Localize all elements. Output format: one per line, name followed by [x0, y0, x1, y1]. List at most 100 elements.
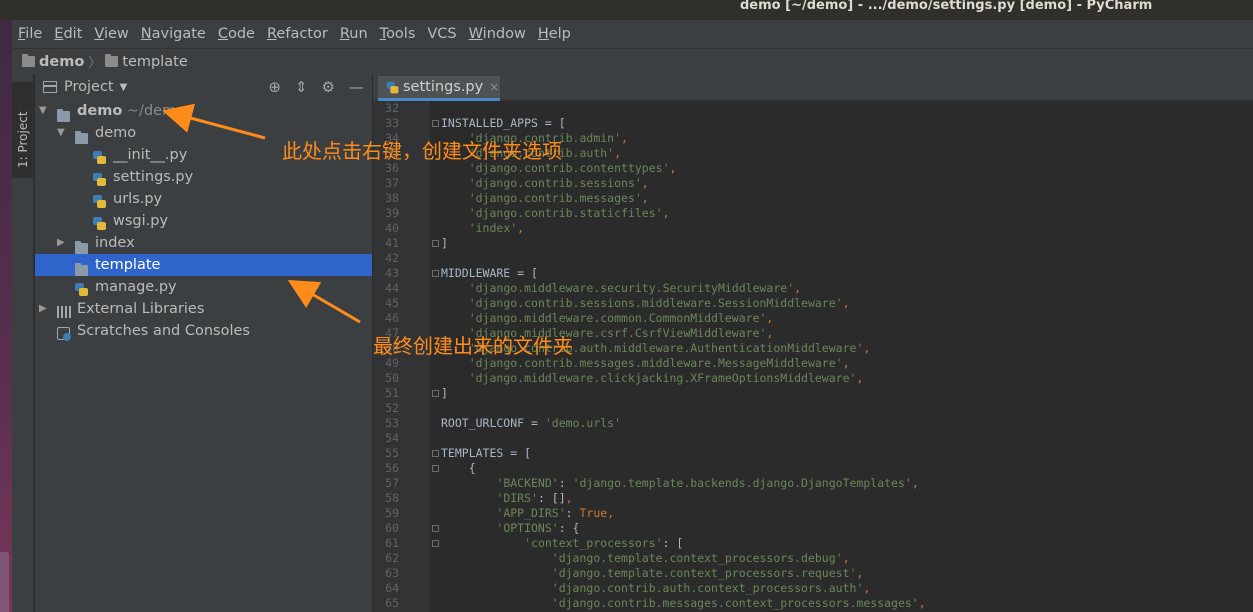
tree-item-name: urls.py [113, 191, 163, 207]
fold-marker-icon[interactable] [432, 120, 439, 127]
line-number: 60 [385, 521, 399, 535]
menu-label: indow [482, 26, 526, 42]
line-number: 63 [385, 566, 399, 580]
line-number: 61 [385, 536, 399, 550]
menu-item[interactable]: Code [212, 20, 261, 48]
menu-item[interactable]: VCS [421, 20, 462, 48]
tree-item-label: template [95, 254, 160, 276]
breadcrumb-child[interactable]: template [122, 54, 187, 70]
line-number: 33 [385, 116, 399, 130]
line-number: 44 [385, 281, 399, 295]
tab-settings-py[interactable]: settings.py × [378, 76, 500, 101]
menu-label: VCS [427, 26, 457, 42]
tree-item-label: Scratches and Consoles [77, 320, 250, 342]
line-number: 56 [385, 461, 399, 475]
tree-item[interactable]: manage.py [35, 276, 372, 298]
code-line: 'django.contrib.auth.context_processors.… [551, 581, 871, 595]
dock-item[interactable] [0, 552, 9, 612]
code-line: 'django.contrib.sessions', [468, 176, 649, 190]
menu-item[interactable]: Refactor [261, 20, 334, 48]
tree-item[interactable]: template [35, 254, 372, 276]
code-line: INSTALLED_APPS = [ [441, 116, 566, 130]
project-view-icon [43, 81, 57, 93]
code-line: 'APP_DIRS': True, [496, 506, 615, 520]
code-line: 'django.middleware.clickjacking.XFrameOp… [468, 371, 864, 385]
menu-item[interactable]: File [12, 20, 48, 48]
menu-mnemonic: W [468, 26, 483, 42]
tree-item-name: index [95, 235, 135, 251]
tree-item-path: ~/demo [122, 103, 186, 119]
line-number: 46 [385, 311, 399, 325]
menu-item[interactable]: Navigate [135, 20, 212, 48]
window-title: demo [~/demo] - .../demo/settings.py [de… [740, 0, 1153, 13]
chevron-down-icon[interactable]: ▼ [120, 82, 128, 93]
collapse-arrow-icon[interactable]: ▶ [39, 298, 47, 320]
fold-marker-icon[interactable] [432, 240, 439, 247]
annotation-result-note: 最终创建出来的文件夹 [373, 334, 573, 358]
code-line: 'django.contrib.staticfiles', [468, 206, 670, 220]
tree-item[interactable]: urls.py [35, 188, 372, 210]
tree-item[interactable]: Scratches and Consoles [35, 320, 372, 342]
fold-marker-icon[interactable] [432, 540, 439, 547]
scratches-icon [57, 325, 71, 347]
menu-item[interactable]: View [88, 20, 134, 48]
code-line: ] [441, 386, 448, 400]
breadcrumb-separator: 〉 [88, 56, 102, 71]
locate-icon[interactable]: ⊕ [268, 78, 281, 96]
menu-item[interactable]: Help [532, 20, 577, 48]
window-titlebar: demo [~/demo] - .../demo/settings.py [de… [0, 0, 1253, 20]
expand-arrow-icon[interactable]: ▼ [39, 100, 47, 122]
code-line: 'context_processors': [ [524, 536, 684, 550]
line-number: 62 [385, 551, 399, 565]
code-line: 'BACKEND': 'django.template.backends.dja… [496, 476, 919, 490]
folder-icon [22, 54, 35, 67]
tree-item[interactable]: settings.py [35, 166, 372, 188]
menu-item[interactable]: Edit [48, 20, 88, 48]
code-line: ROOT_URLCONF = 'demo.urls' [441, 416, 622, 430]
fold-marker-icon[interactable] [432, 525, 439, 532]
menu-item[interactable]: Tools [374, 20, 422, 48]
tree-item-label: index [95, 232, 135, 254]
tree-item-label: settings.py [113, 166, 193, 188]
menu-label: avigate [151, 26, 206, 42]
fold-marker-icon[interactable] [432, 465, 439, 472]
menu-item[interactable]: Window [463, 20, 532, 48]
menu-item[interactable]: Run [334, 20, 374, 48]
code-line: 'django.contrib.sessions.middleware.Sess… [468, 296, 850, 310]
line-number: 64 [385, 581, 399, 595]
breadcrumb-root[interactable]: demo [39, 54, 84, 70]
tree-item-label: External Libraries [77, 298, 204, 320]
project-panel-header: Project ▼ ⊕ ⇕ ⚙ — [35, 74, 372, 100]
project-tool-tab-label: 1: Project [16, 111, 30, 168]
gear-icon[interactable]: ⚙ [322, 78, 335, 96]
code-line: 'django.template.context_processors.debu… [551, 551, 850, 565]
expand-arrow-icon[interactable]: ▼ [57, 122, 65, 144]
menu-mnemonic: R [266, 26, 277, 42]
project-tool-tab[interactable]: 1: Project [12, 82, 34, 178]
tree-item[interactable]: ▼ demo ~/demo [35, 100, 372, 122]
line-number: 50 [385, 371, 399, 385]
hide-icon[interactable]: — [349, 78, 364, 96]
menu-label: ode [227, 26, 255, 42]
project-view-selector[interactable]: Project [64, 79, 114, 95]
line-number: 41 [385, 236, 399, 250]
menu-bar: File Edit View Navigate Code Refactor Run Tools… [12, 20, 1253, 48]
code-line: 'django.middleware.common.CommonMiddlewa… [468, 311, 774, 325]
line-number: 53 [385, 416, 399, 430]
close-icon[interactable]: × [489, 80, 499, 94]
code-line: 'django.middleware.security.SecurityMidd… [468, 281, 802, 295]
tree-item-name: Scratches and Consoles [77, 323, 250, 339]
tree-item-name: __init__.py [113, 147, 188, 163]
collapse-all-icon[interactable]: ⇕ [295, 78, 308, 96]
fold-marker-icon[interactable] [432, 390, 439, 397]
tree-item[interactable]: wsgi.py [35, 210, 372, 232]
tree-item-label: urls.py [113, 188, 162, 210]
fold-marker-icon[interactable] [432, 270, 439, 277]
menu-mnemonic: N [140, 26, 152, 42]
line-number: 38 [385, 191, 399, 205]
tab-label: settings.py [403, 79, 484, 95]
tree-item[interactable]: ▶ index [35, 232, 372, 254]
fold-marker-icon[interactable] [432, 450, 439, 457]
collapse-arrow-icon[interactable]: ▶ [57, 232, 65, 254]
tree-item[interactable]: ▶ External Libraries [35, 298, 372, 320]
